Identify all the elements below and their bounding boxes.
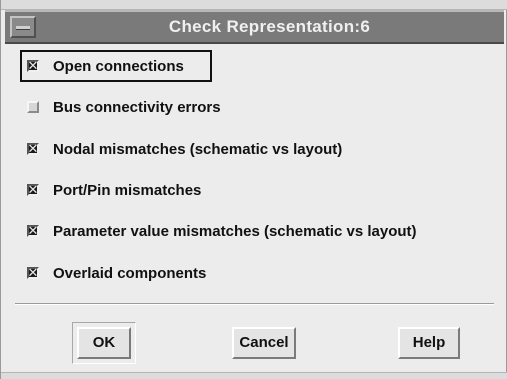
- checkbox-nodal-mismatches[interactable]: ✕: [27, 141, 39, 156]
- option-label: Overlaid components: [53, 264, 207, 282]
- checkbox-parameter-value-mismatches[interactable]: ✕: [27, 223, 39, 238]
- x-mark-icon: ✕: [27, 58, 39, 73]
- title-bar[interactable]: Check Representation:6: [5, 10, 504, 44]
- window-bottom-edge: [1, 372, 507, 379]
- window-menu-icon: [16, 26, 30, 30]
- option-parameter-value-mismatches[interactable]: ✕ Parameter value mismatches (schematic …: [27, 218, 417, 244]
- option-label: Parameter value mismatches (schematic vs…: [53, 222, 417, 240]
- option-nodal-mismatches[interactable]: ✕ Nodal mismatches (schematic vs layout): [27, 136, 342, 162]
- x-mark-icon: ✕: [27, 223, 39, 238]
- option-open-connections[interactable]: ✕ Open connections: [27, 53, 184, 79]
- option-label: Port/Pin mismatches: [53, 181, 202, 199]
- window-top-edge: [1, 0, 507, 10]
- check-representation-dialog: Check Representation:6 ✕ Open connection…: [0, 0, 507, 379]
- option-overlaid-components[interactable]: ✕ Overlaid components: [27, 260, 206, 286]
- checkbox-open-connections[interactable]: ✕: [27, 58, 39, 73]
- separator: [15, 303, 494, 305]
- checkbox-port-pin-mismatches[interactable]: ✕: [27, 182, 39, 197]
- x-mark-icon: ✕: [27, 265, 39, 280]
- x-mark-icon: ✕: [27, 141, 39, 156]
- option-port-pin-mismatches[interactable]: ✕ Port/Pin mismatches: [27, 177, 201, 203]
- checkbox-overlaid-components[interactable]: ✕: [27, 265, 39, 280]
- x-mark-icon: ✕: [27, 182, 39, 197]
- option-label: Nodal mismatches (schematic vs layout): [53, 140, 343, 158]
- help-button[interactable]: Help: [398, 327, 460, 359]
- option-label: Bus connectivity errors: [53, 98, 221, 116]
- window-title: Check Representation:6: [168, 17, 371, 36]
- checkbox-bus-connectivity-errors[interactable]: [27, 101, 39, 113]
- option-bus-connectivity-errors[interactable]: Bus connectivity errors: [27, 94, 221, 120]
- ok-button[interactable]: OK: [77, 327, 131, 359]
- cancel-button[interactable]: Cancel: [232, 327, 296, 359]
- option-label: Open connections: [53, 57, 184, 75]
- window-menu-button[interactable]: [10, 16, 36, 38]
